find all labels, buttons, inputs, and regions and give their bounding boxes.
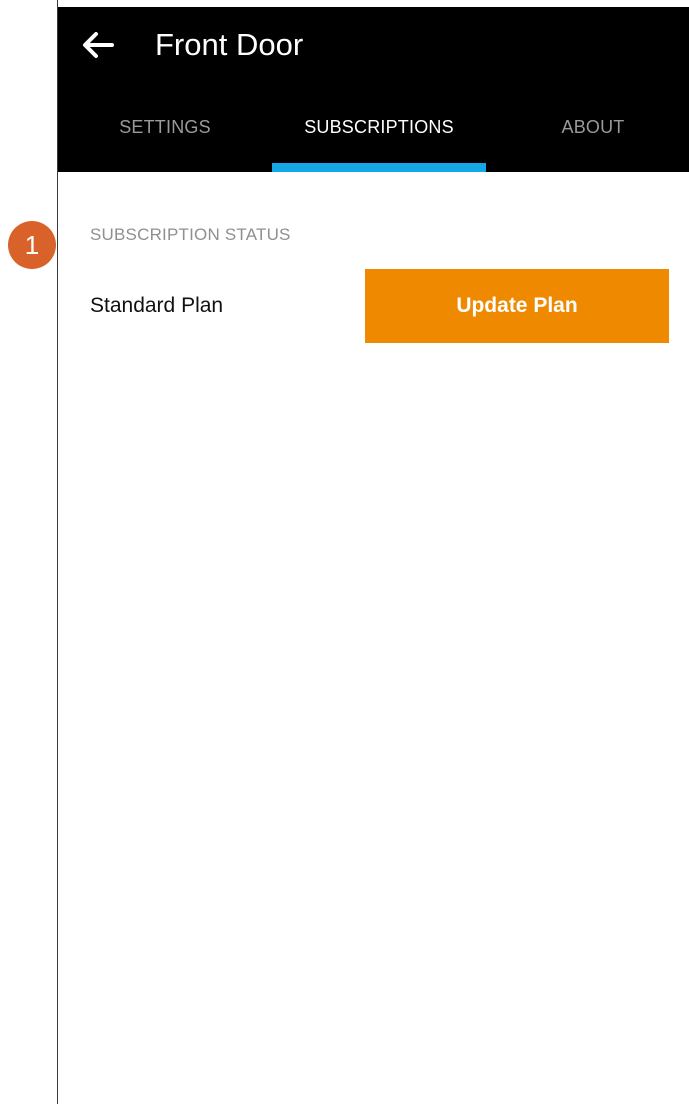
app-header: Front Door SETTINGS SUBSCRIPTIONS ABOUT	[58, 7, 689, 172]
plan-name: Standard Plan	[90, 294, 224, 317]
step-number-badge: 1	[8, 221, 56, 269]
update-plan-button[interactable]: Update Plan	[365, 269, 669, 343]
tab-subscriptions[interactable]: SUBSCRIPTIONS	[272, 112, 486, 142]
arrow-left-icon	[81, 30, 115, 65]
tab-settings[interactable]: SETTINGS	[98, 112, 232, 142]
page-title: Front Door	[155, 27, 304, 62]
active-tab-indicator	[272, 163, 486, 172]
tab-about[interactable]: ABOUT	[538, 112, 648, 142]
app-screen: Front Door SETTINGS SUBSCRIPTIONS ABOUT …	[58, 7, 689, 1104]
subscription-status-label: SUBSCRIPTION STATUS	[90, 225, 291, 244]
back-button[interactable]	[78, 27, 118, 67]
